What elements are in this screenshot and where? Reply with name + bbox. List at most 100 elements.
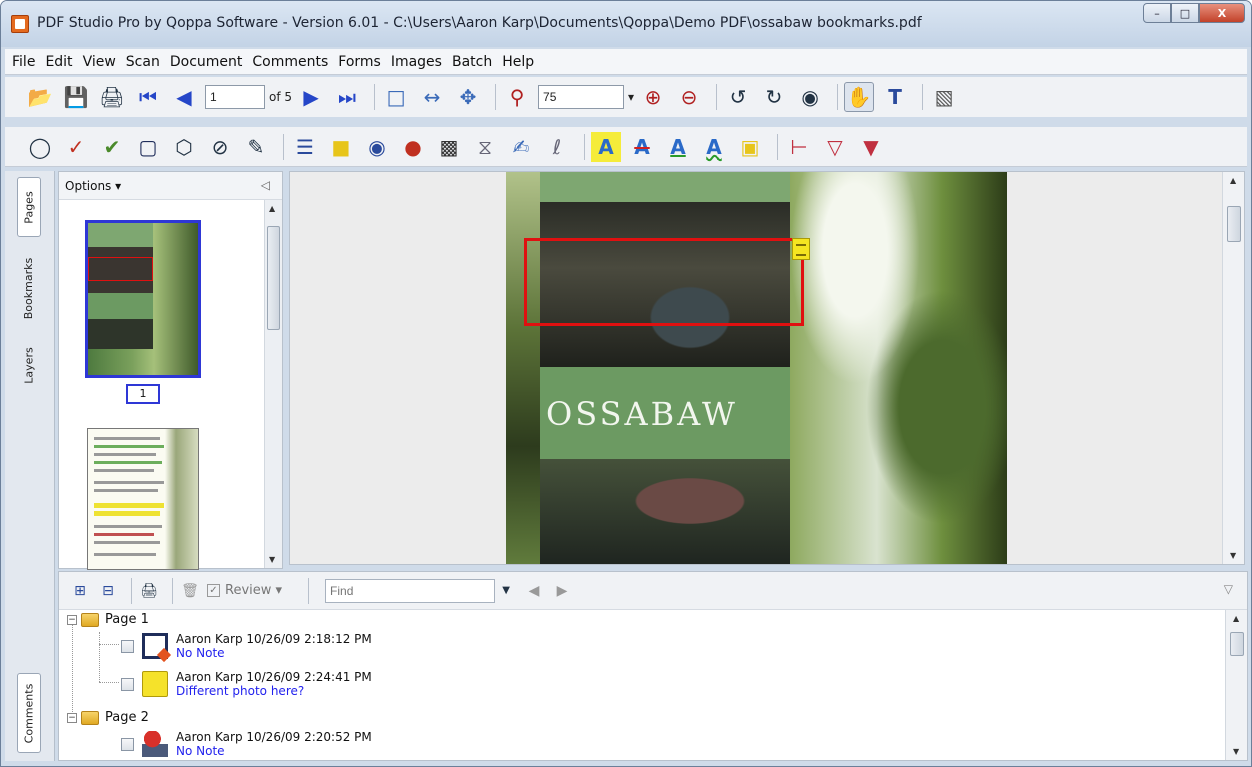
menu-edit[interactable]: Edit [44, 53, 73, 71]
paperclip-dropdown-icon[interactable]: ℓ [542, 132, 572, 162]
scrollbar-thumb[interactable] [1230, 632, 1244, 656]
rotate-right-icon[interactable]: ↻ [759, 82, 789, 112]
scroll-up-icon[interactable]: ▲ [269, 204, 275, 213]
zoom-dropdown-arrow[interactable]: ▾ [628, 90, 634, 104]
menu-forms[interactable]: Forms [337, 53, 382, 71]
area-tool-icon[interactable]: ▼ [856, 132, 886, 162]
eraser-tool-icon[interactable]: ⊘ [205, 132, 235, 162]
tab-comments[interactable]: Comments [17, 673, 41, 753]
collapse-node-icon[interactable]: − [67, 614, 77, 625]
tab-bookmarks[interactable]: Bookmarks [17, 243, 41, 333]
comment-note[interactable]: Different photo here? [176, 684, 372, 698]
open-folder-icon[interactable]: 📂 [25, 82, 55, 112]
highlighter-pen-icon[interactable]: ✎ [241, 132, 271, 162]
zoom-out-icon[interactable]: ⊖ [674, 82, 704, 112]
first-page-icon[interactable]: ⏮ [133, 82, 163, 112]
hand-tool-icon[interactable]: ✋ [844, 82, 875, 112]
document-view[interactable]: OSSABAW ▲ ▼ [289, 171, 1245, 565]
circle-tool-icon[interactable]: ◯ [25, 132, 55, 162]
underline-text-icon[interactable]: A [663, 132, 693, 162]
next-page-icon[interactable]: ▶ [296, 82, 326, 112]
find-dropdown-icon[interactable]: ▼ [495, 580, 517, 602]
close-button[interactable]: X [1199, 3, 1245, 23]
find-binoculars-icon[interactable]: ◉ [795, 82, 825, 112]
rotate-left-icon[interactable]: ↺ [723, 82, 753, 112]
comments-scrollbar[interactable]: ▲ ▼ [1225, 610, 1247, 760]
sticky-note-annotation-icon[interactable] [792, 238, 810, 260]
delete-comment-icon[interactable]: 🗑 [179, 580, 201, 602]
pdf-page[interactable]: OSSABAW [506, 172, 1007, 564]
scrollbar-thumb[interactable] [267, 226, 280, 330]
rectangle-tool-icon[interactable]: ▢ [133, 132, 163, 162]
fit-page-icon[interactable]: ✥ [453, 82, 483, 112]
typewriter-icon[interactable]: ▩ [434, 132, 464, 162]
scroll-up-icon[interactable]: ▲ [1233, 614, 1239, 623]
print-comments-icon[interactable]: 🖨 [138, 580, 160, 602]
scroll-down-icon[interactable]: ▼ [269, 555, 275, 564]
comment-note[interactable]: No Note [176, 646, 372, 660]
comment-row[interactable]: Aaron Karp 10/26/09 2:18:12 PM No Note [121, 632, 372, 660]
sticky-note-icon[interactable]: ■ [326, 132, 356, 162]
find-comments-input[interactable] [325, 578, 496, 603]
fit-width-icon[interactable]: ↔ [417, 82, 447, 112]
menu-help[interactable]: Help [501, 53, 535, 71]
scroll-down-icon[interactable]: ▼ [1233, 747, 1239, 756]
scanner-icon[interactable]: ▧ [929, 82, 959, 112]
page-thumbnail-2[interactable] [87, 428, 199, 570]
review-dropdown[interactable]: ✓ Review ▾ [207, 583, 282, 598]
distance-tool-icon[interactable]: ⊢ [784, 132, 814, 162]
menu-comments[interactable]: Comments [251, 53, 329, 71]
actual-size-icon[interactable]: □ [381, 82, 411, 112]
stamp-icon[interactable]: ● [398, 132, 428, 162]
menu-document[interactable]: Document [169, 53, 244, 71]
strikeout-text-icon[interactable]: A [627, 132, 657, 162]
comment-row[interactable]: Aaron Karp 10/26/09 2:24:41 PM Different… [121, 670, 372, 698]
comment-row[interactable]: Aaron Karp 10/26/09 2:20:52 PM No Note [121, 730, 372, 758]
menu-batch[interactable]: Batch [451, 53, 493, 71]
collapse-panel-icon[interactable]: ◁ [261, 178, 270, 192]
thumbnails-scrollbar[interactable]: ▲ ▼ [264, 200, 282, 568]
previous-page-icon[interactable]: ◀ [169, 82, 199, 112]
comment-checkbox[interactable] [121, 677, 134, 691]
menu-file[interactable]: File [11, 53, 36, 71]
options-menu-button[interactable]: Options ▾ [65, 179, 121, 193]
scroll-up-icon[interactable]: ▲ [1230, 176, 1236, 185]
line-tool-icon[interactable]: ✔ [97, 132, 127, 162]
save-icon[interactable]: 💾 [61, 82, 91, 112]
collapse-node-icon[interactable]: − [67, 712, 77, 723]
maximize-button[interactable]: □ [1171, 3, 1199, 23]
polygon-tool-icon[interactable]: ⬡ [169, 132, 199, 162]
find-previous-icon[interactable]: ◀ [523, 580, 545, 602]
squiggly-text-icon[interactable]: A [699, 132, 729, 162]
page-number-input[interactable] [205, 85, 265, 109]
minimize-button[interactable]: – [1143, 3, 1171, 23]
last-page-icon[interactable]: ⏭ [332, 82, 362, 112]
text-box-icon[interactable]: ☰ [290, 132, 320, 162]
zoom-tool-icon[interactable]: ⚲ [502, 82, 532, 112]
tab-layers[interactable]: Layers [17, 337, 41, 393]
print-icon[interactable]: 🖨 [97, 82, 127, 112]
highlight-text-icon[interactable]: A [591, 131, 621, 162]
collapse-all-icon[interactable]: ⊟ [97, 580, 119, 602]
find-next-icon[interactable]: ▶ [551, 580, 573, 602]
collapse-comments-icon[interactable]: ▽ [1224, 582, 1233, 596]
perimeter-tool-icon[interactable]: ▽ [820, 132, 850, 162]
menu-view[interactable]: View [82, 53, 117, 71]
sound-icon[interactable]: ◉ [362, 132, 392, 162]
text-select-icon[interactable]: T [880, 82, 910, 112]
menu-scan[interactable]: Scan [125, 53, 161, 71]
menu-images[interactable]: Images [390, 53, 443, 71]
rectangle-annotation[interactable] [524, 238, 804, 326]
area-highlight-icon[interactable]: ▣ [735, 132, 765, 162]
edit-note-icon[interactable]: ✍ [506, 132, 536, 162]
attach-file-icon[interactable]: ⧖ [470, 132, 500, 162]
document-scrollbar[interactable]: ▲ ▼ [1222, 172, 1244, 564]
pencil-tool-icon[interactable]: ✓ [61, 132, 91, 162]
tree-page-node[interactable]: − Page 2 [67, 710, 149, 725]
tab-pages[interactable]: Pages [17, 177, 41, 237]
comment-checkbox[interactable] [121, 737, 134, 751]
zoom-level-input[interactable] [538, 85, 625, 109]
expand-all-icon[interactable]: ⊞ [69, 580, 91, 602]
comment-checkbox[interactable] [121, 639, 134, 653]
scroll-down-icon[interactable]: ▼ [1230, 551, 1236, 560]
